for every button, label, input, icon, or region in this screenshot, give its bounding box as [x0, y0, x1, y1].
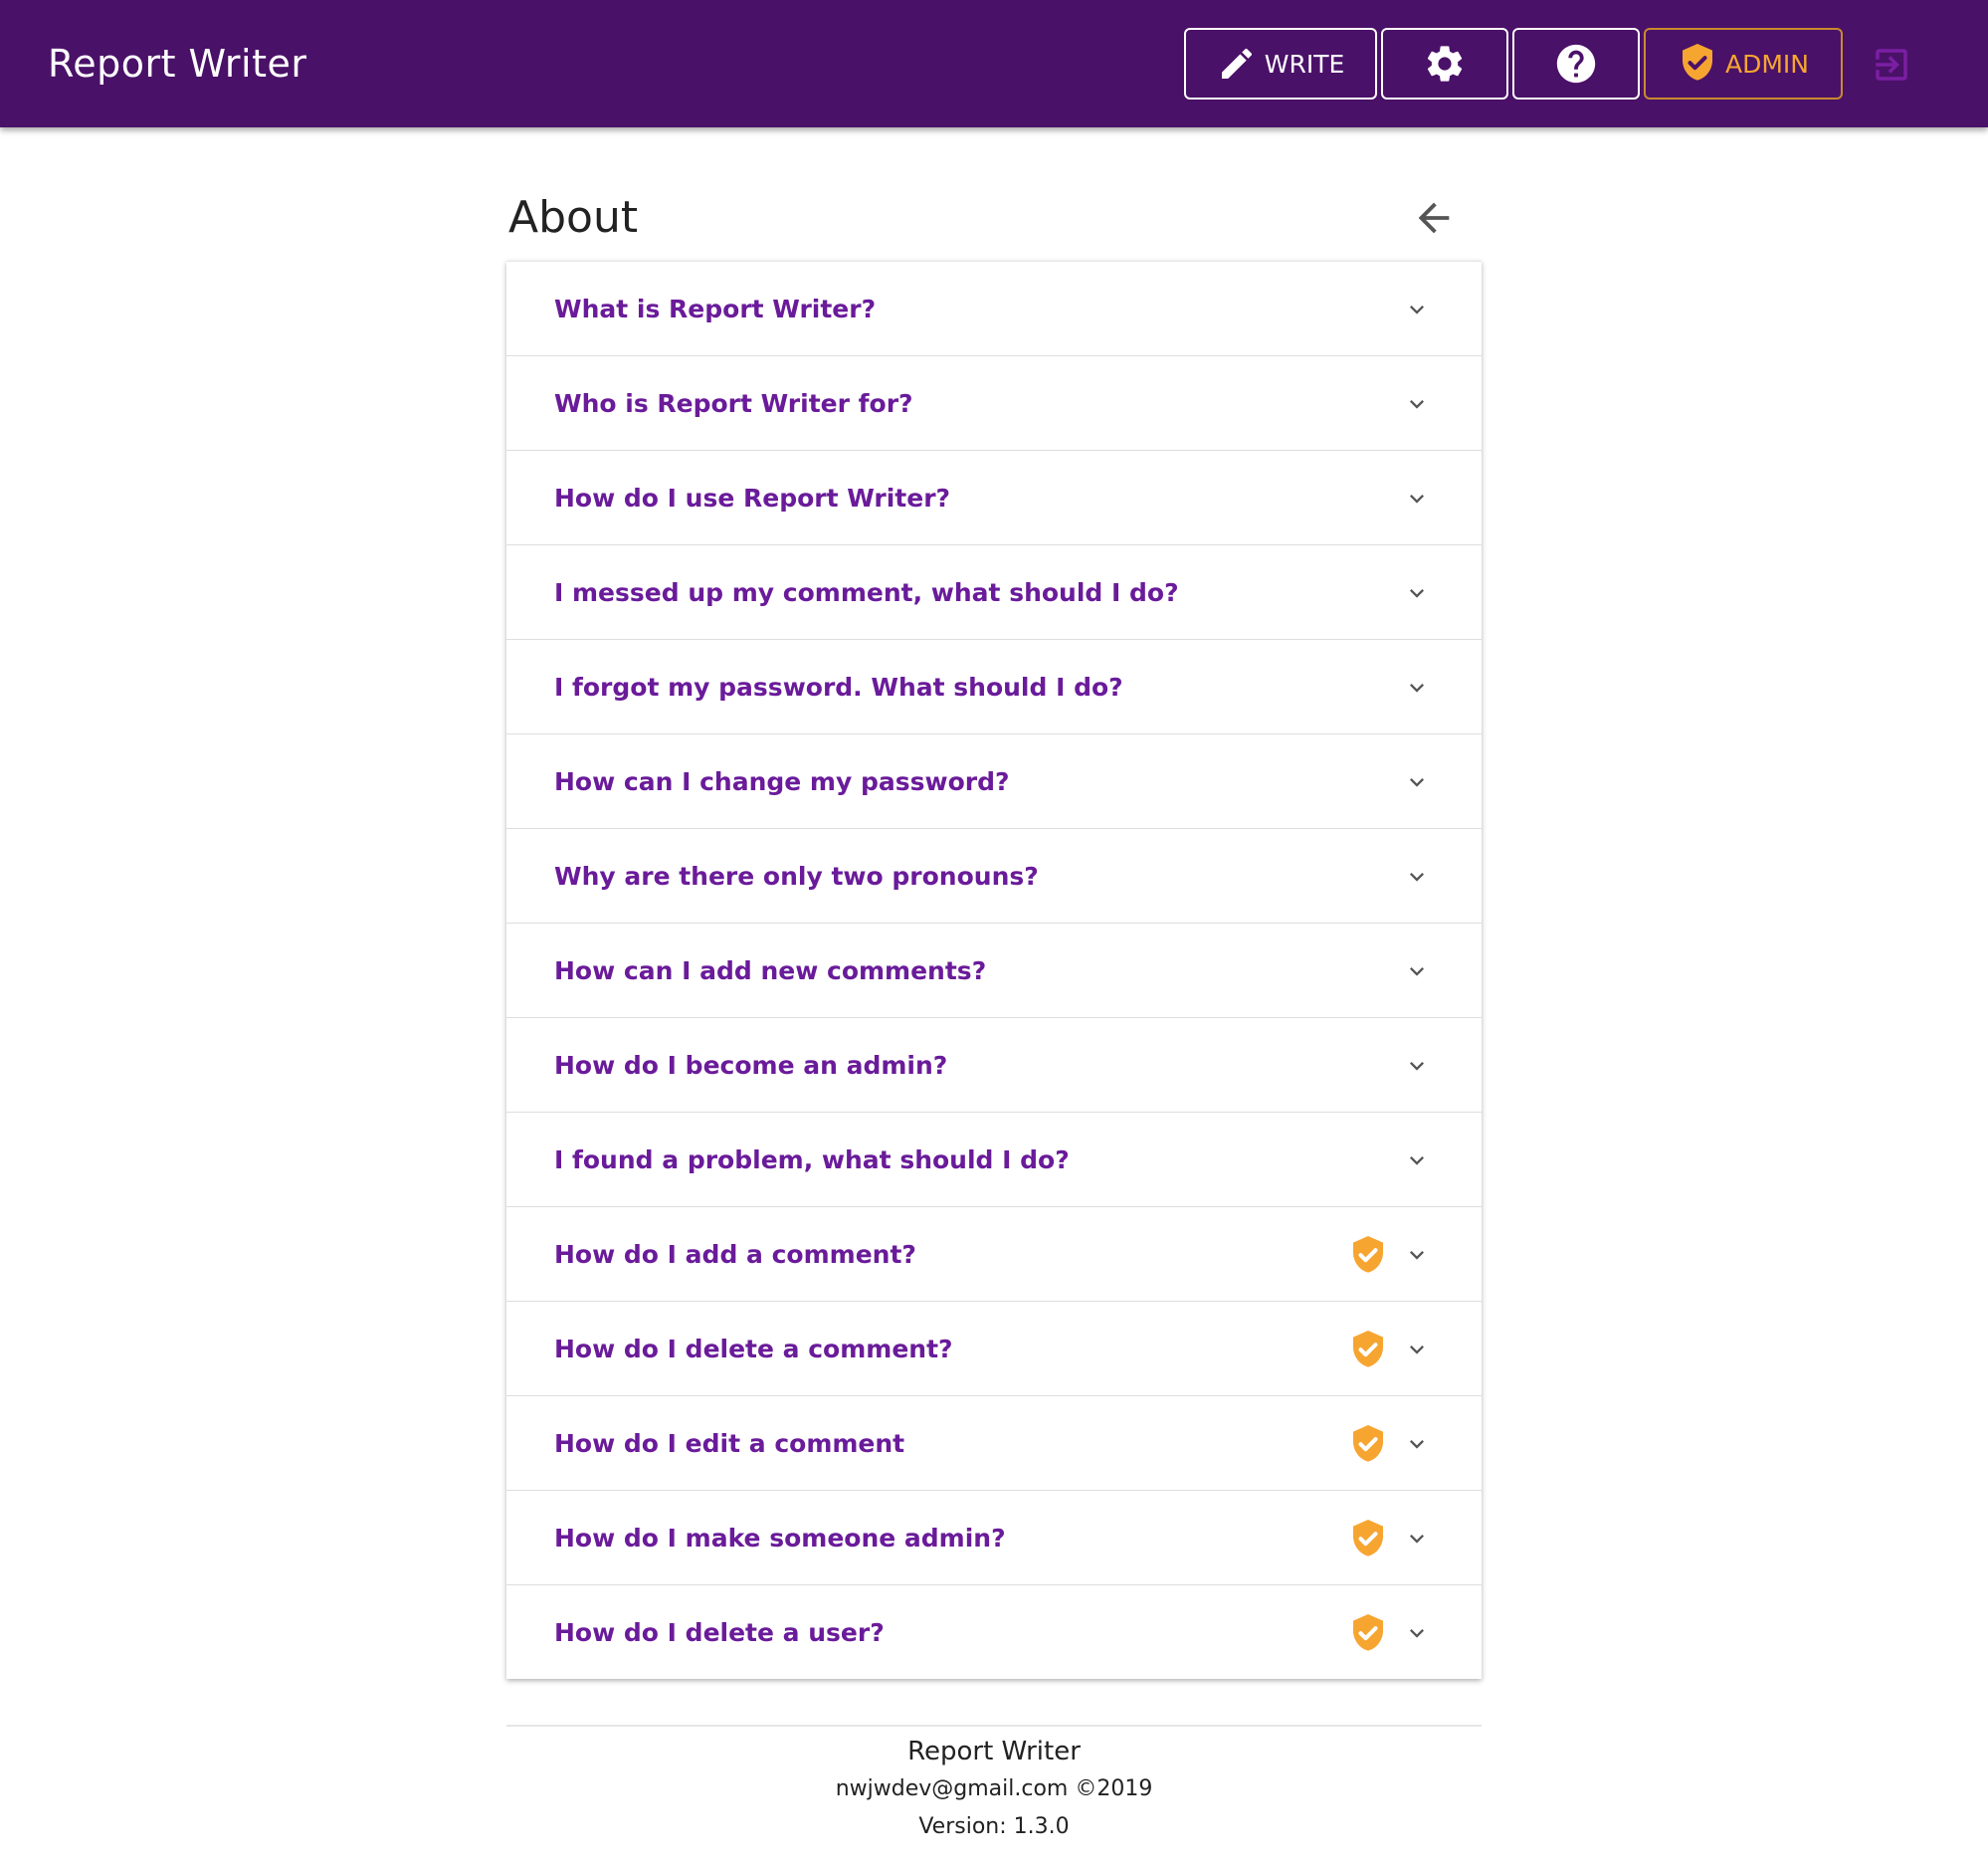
- chevron-down-icon[interactable]: [1403, 296, 1431, 323]
- chevron-down-icon[interactable]: [1403, 957, 1431, 985]
- faq-item[interactable]: How can I change my password?: [506, 733, 1482, 828]
- chevron-down-icon[interactable]: [1403, 1525, 1431, 1553]
- faq-item[interactable]: Who is Report Writer for?: [506, 355, 1482, 450]
- faq-question: How do I add a comment?: [554, 1240, 916, 1269]
- shield-check-icon: [1678, 42, 1717, 86]
- faq-item[interactable]: How do I use Report Writer?: [506, 450, 1482, 544]
- chevron-down-icon[interactable]: [1403, 674, 1431, 702]
- chevron-down-icon[interactable]: [1403, 390, 1431, 418]
- faq-item[interactable]: How do I make someone admin?: [506, 1490, 1482, 1584]
- faq-question: How do I use Report Writer?: [554, 484, 951, 513]
- chevron-down-icon[interactable]: [1403, 1146, 1431, 1174]
- faq-question: How do I become an admin?: [554, 1051, 948, 1080]
- faq-item[interactable]: How do I delete a user?: [506, 1584, 1482, 1679]
- faq-question: What is Report Writer?: [554, 295, 877, 323]
- faq-question: How do I delete a comment?: [554, 1335, 953, 1363]
- app-title: Report Writer: [48, 42, 307, 86]
- admin-shield-icon: [1348, 1518, 1388, 1561]
- chevron-down-icon[interactable]: [1403, 768, 1431, 796]
- faq-item[interactable]: How do I edit a comment: [506, 1395, 1482, 1490]
- faq-question: How can I add new comments?: [554, 956, 987, 985]
- chevron-down-icon[interactable]: [1403, 1336, 1431, 1363]
- faq-accordion: What is Report Writer? Who is Report Writ…: [506, 261, 1482, 1679]
- chevron-down-icon[interactable]: [1403, 1052, 1431, 1080]
- faq-question: I forgot my password. What should I do?: [554, 673, 1123, 702]
- admin-button[interactable]: ADMIN: [1644, 28, 1843, 100]
- faq-item[interactable]: How do I become an admin?: [506, 1017, 1482, 1112]
- faq-item[interactable]: I found a problem, what should I do?: [506, 1112, 1482, 1206]
- chevron-down-icon[interactable]: [1403, 579, 1431, 607]
- admin-shield-icon: [1348, 1423, 1388, 1467]
- settings-button[interactable]: [1381, 28, 1508, 100]
- back-arrow-icon[interactable]: [1411, 195, 1457, 241]
- write-button[interactable]: WRITE: [1184, 28, 1377, 100]
- faq-item[interactable]: I messed up my comment, what should I do…: [506, 544, 1482, 639]
- faq-question: How do I edit a comment: [554, 1429, 905, 1458]
- faq-item[interactable]: Why are there only two pronouns?: [506, 828, 1482, 923]
- top-app-bar: Report Writer WRITE ADMIN: [0, 0, 1988, 127]
- admin-shield-icon: [1348, 1234, 1388, 1278]
- help-circle-icon: [1553, 41, 1599, 87]
- admin-shield-icon: [1348, 1612, 1388, 1656]
- write-button-label: WRITE: [1264, 49, 1345, 79]
- admin-button-label: ADMIN: [1725, 49, 1809, 79]
- faq-item[interactable]: I forgot my password. What should I do?: [506, 639, 1482, 733]
- footer-app-name: Report Writer: [907, 1737, 1081, 1766]
- faq-question: I messed up my comment, what should I do…: [554, 578, 1179, 607]
- faq-question: Why are there only two pronouns?: [554, 862, 1039, 891]
- footer-version: Version: 1.3.0: [918, 1814, 1070, 1839]
- faq-question: I found a problem, what should I do?: [554, 1145, 1070, 1174]
- faq-item[interactable]: How do I add a comment?: [506, 1206, 1482, 1301]
- chevron-down-icon[interactable]: [1403, 1241, 1431, 1269]
- footer-divider: [506, 1725, 1482, 1727]
- chevron-down-icon[interactable]: [1403, 1619, 1431, 1647]
- faq-item[interactable]: How do I delete a comment?: [506, 1301, 1482, 1395]
- page-title: About: [508, 192, 639, 243]
- pencil-icon: [1217, 44, 1257, 84]
- admin-shield-icon: [1348, 1329, 1388, 1372]
- chevron-down-icon[interactable]: [1403, 485, 1431, 513]
- footer-contact: nwjwdev@gmail.com ©2019: [835, 1776, 1153, 1801]
- faq-question: Who is Report Writer for?: [554, 389, 913, 418]
- chevron-down-icon[interactable]: [1403, 863, 1431, 891]
- logout-icon[interactable]: [1871, 44, 1912, 86]
- faq-question: How do I delete a user?: [554, 1618, 885, 1647]
- help-button[interactable]: [1512, 28, 1640, 100]
- gear-icon: [1423, 42, 1467, 86]
- faq-item[interactable]: How can I add new comments?: [506, 923, 1482, 1017]
- faq-question: How can I change my password?: [554, 767, 1010, 796]
- faq-question: How do I make someone admin?: [554, 1524, 1006, 1553]
- chevron-down-icon[interactable]: [1403, 1430, 1431, 1458]
- faq-item[interactable]: What is Report Writer?: [506, 261, 1482, 355]
